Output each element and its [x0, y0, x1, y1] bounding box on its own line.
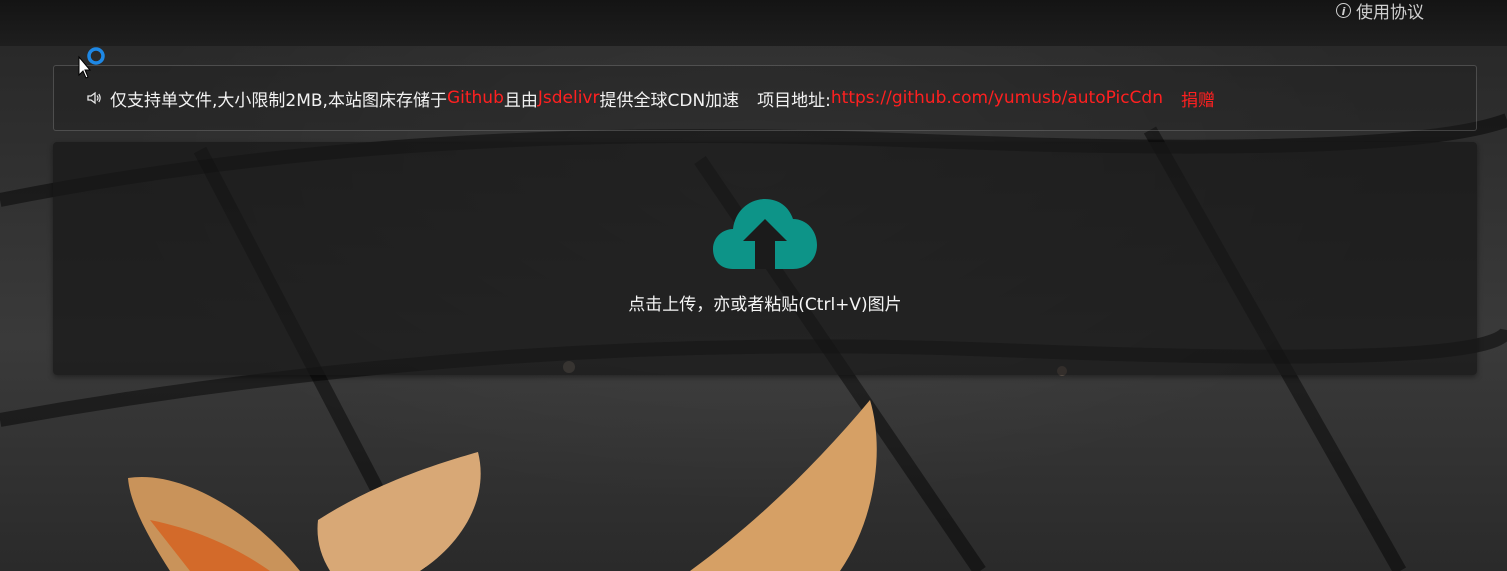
jsdelivr-text: Jsdelivr: [537, 88, 600, 108]
project-url-link[interactable]: https://github.com/yumusb/autoPicCdn: [831, 88, 1163, 108]
usage-agreement-label: 使用协议: [1356, 3, 1424, 23]
github-text: Github: [446, 88, 504, 108]
project-address-label: 项目地址:: [757, 90, 831, 111]
loading-spinner-icon: [87, 47, 105, 65]
donate-link[interactable]: 捐赠: [1181, 86, 1215, 111]
info-icon: i: [1336, 3, 1351, 18]
upload-dropzone[interactable]: 点击上传，亦或者粘贴(Ctrl+V)图片: [53, 142, 1477, 375]
speaker-icon: [87, 91, 101, 105]
notice-bar: 仅支持单文件,大小限制2MB,本站图床存储于 Github 且由 Jsdeliv…: [53, 65, 1477, 131]
notice-text-3: 提供全球CDN加速: [599, 90, 740, 111]
notice-text-2: 且由: [503, 90, 538, 111]
upload-hint: 点击上传，亦或者粘贴(Ctrl+V)图片: [628, 295, 902, 315]
usage-agreement-link[interactable]: i 使用协议: [1336, 0, 1424, 23]
notice-text-1: 仅支持单文件,大小限制2MB,本站图床存储于: [110, 90, 447, 111]
cloud-upload-icon: [713, 199, 817, 269]
top-bar: i 使用协议: [0, 0, 1507, 46]
